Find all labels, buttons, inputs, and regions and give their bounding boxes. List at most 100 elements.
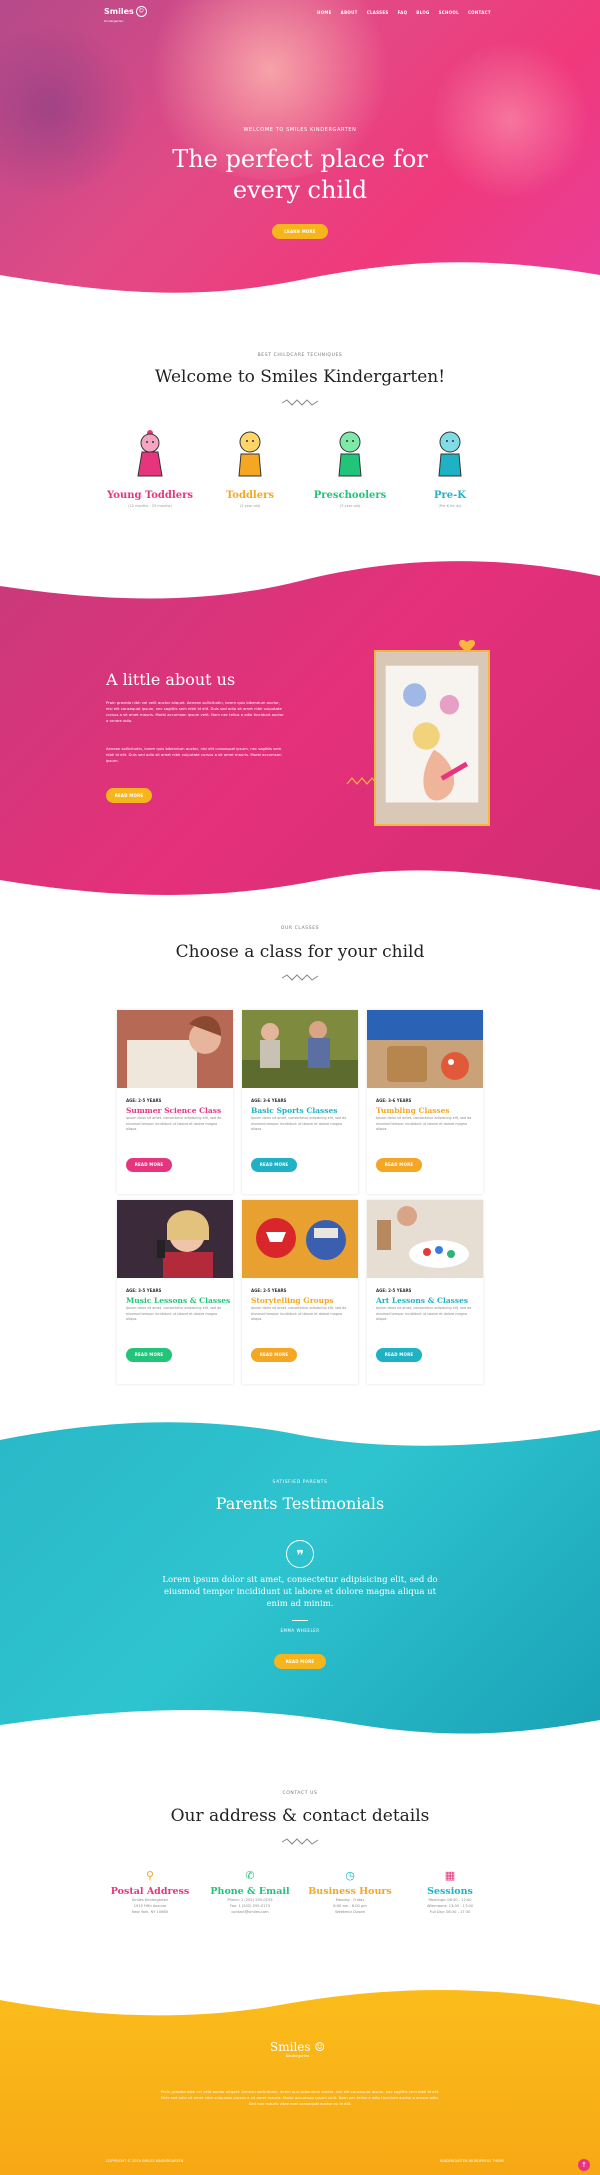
class-description: Ipsum dolor sit amet, consectetur adipis… bbox=[126, 1116, 222, 1131]
nav-item-blog[interactable]: BLOG bbox=[416, 10, 429, 15]
class-description: Ipsum dolor sit amet, consectetur adipis… bbox=[126, 1306, 222, 1321]
age-group-preschoolers[interactable]: Preschoolers (3 year old) bbox=[300, 428, 400, 508]
testimonial-author: EMMA WHEELER bbox=[280, 1628, 320, 1633]
theme-credit-link[interactable]: KINDERGARTEN WORDPRESS THEME bbox=[440, 2159, 505, 2163]
class-read-more-button[interactable]: READ MORE bbox=[126, 1158, 172, 1172]
phone-icon: ✆ bbox=[245, 1869, 255, 1882]
testimonial-divider bbox=[292, 1620, 308, 1621]
squiggle-divider-icon bbox=[281, 399, 319, 406]
class-read-more-button[interactable]: READ MORE bbox=[126, 1348, 172, 1362]
class-photo-storytelling bbox=[242, 1200, 358, 1278]
smile-logo-icon: ☺ bbox=[314, 2040, 326, 2054]
class-age: AGE: 3-6 YEARS bbox=[376, 1098, 412, 1103]
hero-wave-divider bbox=[0, 262, 600, 315]
about-top-wave bbox=[0, 556, 600, 599]
back-to-top-button[interactable]: ↑ bbox=[578, 2159, 590, 2171]
class-age: AGE: 2-5 YEARS bbox=[376, 1288, 412, 1293]
age-group-pre-k[interactable]: Pre-K (Pre-K for 4s) bbox=[400, 428, 500, 508]
testimonials-read-more-button[interactable]: READ MORE bbox=[274, 1654, 326, 1669]
about-title: A little about us bbox=[106, 670, 236, 689]
class-title: Tumbling Classes bbox=[376, 1106, 450, 1115]
class-description: Ipsum dolor sit amet, consectetur adipis… bbox=[376, 1116, 472, 1131]
copyright-text: COPYRIGHT © 2019 SMILES KINDERGARTEN bbox=[106, 2159, 184, 2163]
class-title: Music Lessons & Classes bbox=[126, 1296, 231, 1305]
class-photo-art bbox=[367, 1200, 483, 1278]
class-card[interactable]: AGE: 2-5 YEARS Art Lessons & Classes Ips… bbox=[367, 1200, 483, 1384]
contact-eyebrow: CONTACT US bbox=[282, 1791, 318, 1796]
age-group-toddlers[interactable]: Toddlers (2 year old) bbox=[200, 428, 300, 508]
child-character-icon bbox=[438, 431, 462, 477]
class-card[interactable]: AGE: 3-6 YEARS Basic Sports Classes Ipsu… bbox=[242, 1010, 358, 1194]
nav-item-school[interactable]: SCHOOL bbox=[439, 10, 459, 15]
hero-eyebrow: WELCOME TO SMILES KINDERGARTEN bbox=[243, 127, 357, 133]
class-description: Ipsum dolor sit amet, consectetur adipis… bbox=[251, 1116, 347, 1131]
contact-heading: Postal Address bbox=[110, 1886, 190, 1897]
contact-postal-address: ⚲ Postal Address Smiles Kindergarten 191… bbox=[100, 1870, 200, 1915]
nav-item-home[interactable]: HOME bbox=[317, 10, 332, 15]
welcome-eyebrow: BEST CHILDCARE TECHNIQUES bbox=[257, 353, 343, 358]
smile-logo-icon: ☺ bbox=[135, 6, 147, 17]
welcome-title: Welcome to Smiles Kindergarten! bbox=[154, 367, 446, 387]
class-read-more-button[interactable]: READ MORE bbox=[251, 1348, 297, 1362]
contact-phone-email: ✆ Phone & Email Phone: 1 (202) 555-0193 … bbox=[200, 1870, 300, 1915]
age-group-label: Pre-K bbox=[434, 490, 466, 501]
calendar-icon: ▦ bbox=[444, 1869, 456, 1882]
main-nav: HOME ABOUT CLASSES FAQ BLOG SCHOOL CONTA… bbox=[317, 10, 491, 15]
contact-heading: Business Hours bbox=[308, 1886, 392, 1897]
contact-email-link[interactable]: contact@smiles.com bbox=[200, 1909, 300, 1915]
about-read-more-button[interactable]: READ MORE bbox=[106, 788, 152, 803]
age-group-label: Young Toddlers bbox=[107, 490, 193, 501]
class-photo-science bbox=[117, 1010, 233, 1088]
class-read-more-button[interactable]: READ MORE bbox=[376, 1348, 422, 1362]
footer-logo[interactable]: Smiles ☺ Kindergarten bbox=[270, 2040, 325, 2058]
nav-item-classes[interactable]: CLASSES bbox=[367, 10, 389, 15]
kid-drawing-photo bbox=[374, 650, 490, 826]
contact-title: Our address & contact details bbox=[170, 1806, 430, 1826]
kid-character-icon bbox=[338, 431, 362, 477]
class-photo-sports bbox=[242, 1010, 358, 1088]
nav-item-contact[interactable]: CONTACT bbox=[468, 10, 491, 15]
age-groups: Young Toddlers (12 months - 25 months) T… bbox=[100, 428, 500, 508]
class-description: Ipsum dolor sit amet, consectetur adipis… bbox=[251, 1306, 347, 1321]
class-age: AGE: 3-5 YEARS bbox=[126, 1288, 162, 1293]
learn-more-button[interactable]: LEARN MORE bbox=[272, 224, 328, 239]
footer-top-wave bbox=[0, 1985, 600, 2016]
testimonials-title: Parents Testimonials bbox=[215, 1494, 385, 1513]
class-read-more-button[interactable]: READ MORE bbox=[251, 1158, 297, 1172]
contact-details: ⚲ Postal Address Smiles Kindergarten 191… bbox=[100, 1870, 500, 1915]
age-group-sub: (12 months - 25 months) bbox=[128, 504, 172, 508]
nav-item-faq[interactable]: FAQ bbox=[398, 10, 408, 15]
age-group-label: Toddlers bbox=[225, 490, 274, 501]
class-card[interactable]: AGE: 3-6 YEARS Tumbling Classes Ipsum do… bbox=[367, 1010, 483, 1194]
class-age: AGE: 3-6 YEARS bbox=[251, 1098, 287, 1103]
contact-business-hours: ◷ Business Hours Monday - Friday 8:00 am… bbox=[300, 1870, 400, 1915]
site-logo[interactable]: Smiles ☺ Kindergarten bbox=[104, 6, 147, 26]
class-description: Ipsum dolor sit amet, consectetur adipis… bbox=[376, 1306, 472, 1321]
footer-text: Proin gravida nibh vel velit auctor aliq… bbox=[160, 2089, 440, 2106]
class-age: AGE: 2-5 YEARS bbox=[251, 1288, 287, 1293]
nav-item-about[interactable]: ABOUT bbox=[341, 10, 358, 15]
age-group-label: Preschoolers bbox=[313, 490, 387, 501]
about-paragraph-1: Proin gravida nibh vel velit auctor aliq… bbox=[106, 700, 284, 723]
quote-icon: ❞ bbox=[286, 1540, 314, 1568]
contact-line: New York, NY 10660 bbox=[131, 1910, 169, 1914]
class-title: Art Lessons & Classes bbox=[376, 1296, 469, 1305]
class-read-more-button[interactable]: READ MORE bbox=[376, 1158, 422, 1172]
class-photo-music bbox=[117, 1200, 233, 1278]
class-title: Storytelling Groups bbox=[251, 1296, 334, 1305]
squiggle-divider-icon bbox=[281, 974, 319, 981]
class-card[interactable]: AGE: 2-5 YEARS Summer Science Class Ipsu… bbox=[117, 1010, 233, 1194]
testimonials-eyebrow: SATISFIED PARENTS bbox=[272, 1480, 328, 1485]
squiggle-divider-icon bbox=[281, 1838, 319, 1845]
contact-line: Weekend Closed bbox=[335, 1910, 365, 1914]
class-card[interactable]: AGE: 3-5 YEARS Music Lessons & Classes I… bbox=[117, 1200, 233, 1384]
age-group-young-toddlers[interactable]: Young Toddlers (12 months - 25 months) bbox=[100, 428, 200, 508]
girl-character-icon bbox=[137, 430, 163, 477]
contact-line: Full Day: 08:30 - 17:30 bbox=[429, 1910, 471, 1914]
classes-title: Choose a class for your child bbox=[175, 942, 425, 962]
class-card[interactable]: AGE: 2-5 YEARS Storytelling Groups Ipsum… bbox=[242, 1200, 358, 1384]
contact-heading: Sessions bbox=[427, 1886, 473, 1897]
map-pin-icon: ⚲ bbox=[145, 1869, 155, 1882]
testimonial-text: Lorem ipsum dolor sit amet, consectetur … bbox=[162, 1575, 438, 1609]
boy-character-icon bbox=[238, 431, 262, 477]
